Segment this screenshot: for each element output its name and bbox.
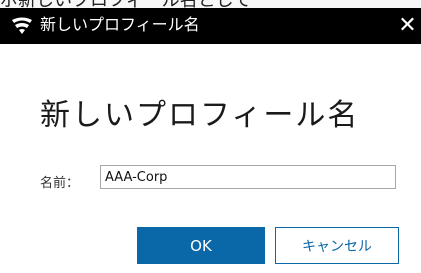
cancel-button[interactable]: キャンセル xyxy=(275,227,399,264)
close-button[interactable]: ✕ xyxy=(394,12,421,40)
wifi-shield-icon xyxy=(12,17,32,34)
window-title: 新しいプロフィール名 xyxy=(40,15,200,34)
ok-button[interactable]: OK xyxy=(137,227,265,264)
title-bar: 新しいプロフィール名 ✕ xyxy=(0,8,421,44)
name-label: 名前： xyxy=(40,176,80,191)
background-window-text: ポ新しいプロフィール名として xyxy=(0,0,251,8)
profile-name-input[interactable] xyxy=(100,165,396,189)
close-icon: ✕ xyxy=(398,13,417,38)
dialog-heading: 新しいプロフィール名 xyxy=(40,98,360,133)
background-window-strip: ポ新しいプロフィール名として xyxy=(0,0,421,8)
dialog-body: 新しいプロフィール名 名前： OK キャンセル xyxy=(0,44,421,273)
